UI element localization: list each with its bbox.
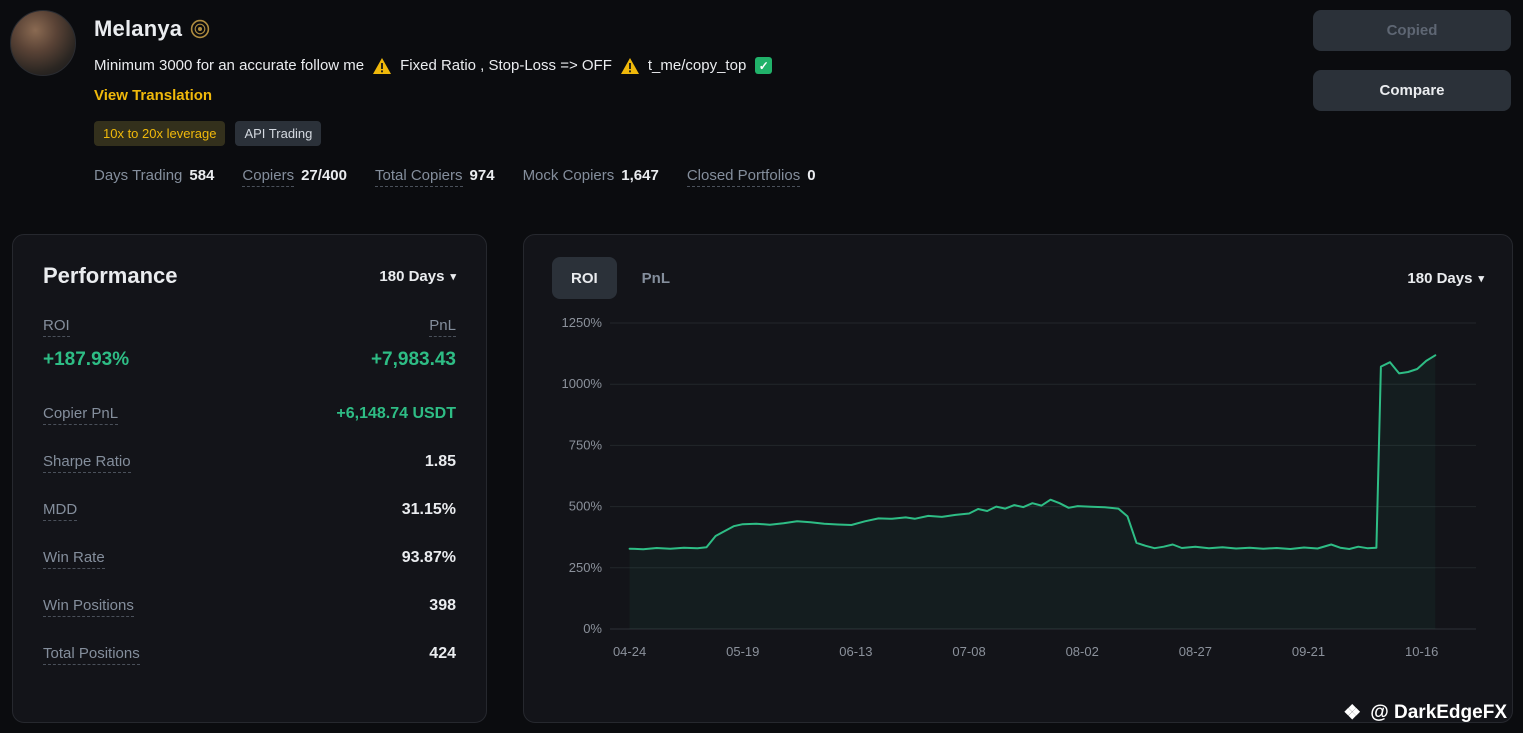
stat-copiers: Copiers 27/400 — [242, 167, 347, 187]
x-tick-label: 04-24 — [613, 644, 646, 659]
stat-value: 1,647 — [621, 167, 659, 184]
roi-pnl-labels: ROI PnL — [43, 317, 456, 337]
row-win-positions: Win Positions 398 — [43, 597, 456, 617]
stat-days-trading: Days Trading 584 — [94, 167, 214, 184]
content-cards: Performance 180 Days ▾ ROI PnL +187.93% … — [12, 234, 1511, 723]
stat-label[interactable]: Closed Portfolios — [687, 167, 800, 187]
y-tick-label: 250% — [569, 560, 603, 575]
header-actions: Copied Compare — [1313, 10, 1511, 187]
stat-mock-copiers: Mock Copiers 1,647 — [523, 167, 659, 184]
bio-text-2: Fixed Ratio , Stop-Loss => OFF — [400, 57, 612, 74]
bio-text-1: Minimum 3000 for an accurate follow me — [94, 57, 364, 74]
performance-range-value: 180 Days — [379, 268, 444, 285]
tag-leverage: 10x to 20x leverage — [94, 121, 225, 146]
roi-label[interactable]: ROI — [43, 317, 70, 337]
warning-icon — [373, 58, 391, 74]
stat-label[interactable]: Total Copiers — [375, 167, 463, 187]
x-tick-label: 10-16 — [1405, 644, 1438, 659]
copied-button[interactable]: Copied — [1313, 10, 1511, 51]
watermark-text: @ DarkEdgeFX — [1370, 702, 1507, 724]
performance-rows: Copier PnL +6,148.74 USDT Sharpe Ratio 1… — [43, 405, 456, 665]
trader-name: Melanya — [94, 16, 182, 42]
medal-badge-icon — [190, 19, 210, 39]
row-copier-pnl: Copier PnL +6,148.74 USDT — [43, 405, 456, 425]
row-value: 1.85 — [425, 453, 456, 471]
row-label[interactable]: MDD — [43, 501, 77, 521]
trader-header-info: Melanya Minimum 3000 for an accurate fol… — [94, 10, 816, 187]
roi-chart-card: ROI PnL 180 Days ▾ 0% 250% 500% 750% 1000% 12… — [523, 234, 1513, 723]
row-label[interactable]: Win Positions — [43, 597, 134, 617]
row-value: 93.87% — [402, 549, 456, 567]
pnl-value: +7,983.43 — [371, 349, 456, 371]
row-mdd: MDD 31.15% — [43, 501, 456, 521]
x-tick-label: 06-13 — [839, 644, 872, 659]
y-tick-label: 750% — [569, 437, 603, 452]
chevron-down-icon: ▾ — [1478, 272, 1484, 285]
x-tick-label: 08-27 — [1179, 644, 1212, 659]
stat-label: Mock Copiers — [523, 167, 615, 184]
tab-pnl[interactable]: PnL — [623, 257, 689, 299]
roi-line-chart: 0% 250% 500% 750% 1000% 1250% 04-24 05-19 06-13 0… — [552, 313, 1484, 669]
stat-value: 974 — [470, 167, 495, 184]
chart-header: ROI PnL 180 Days ▾ — [552, 257, 1484, 299]
row-win-rate: Win Rate 93.87% — [43, 549, 456, 569]
row-label[interactable]: Copier PnL — [43, 405, 118, 425]
row-label[interactable]: Total Positions — [43, 645, 140, 665]
stat-total-copiers: Total Copiers 974 — [375, 167, 495, 187]
view-translation-link[interactable]: View Translation — [94, 87, 212, 104]
stat-label: Days Trading — [94, 167, 182, 184]
watermark: ❖ @ DarkEdgeFX — [1343, 700, 1507, 725]
row-value: 424 — [429, 645, 456, 663]
x-tick-label: 08-02 — [1066, 644, 1099, 659]
performance-card: Performance 180 Days ▾ ROI PnL +187.93% … — [12, 234, 487, 723]
check-icon: ✓ — [755, 57, 772, 74]
tags-row: 10x to 20x leverage API Trading — [94, 121, 816, 146]
stats-row: Days Trading 584 Copiers 27/400 Total Co… — [94, 167, 816, 187]
pnl-label[interactable]: PnL — [429, 317, 456, 337]
row-sharpe-ratio: Sharpe Ratio 1.85 — [43, 453, 456, 473]
y-tick-label: 1250% — [562, 315, 603, 330]
x-tick-label: 05-19 — [726, 644, 759, 659]
performance-title: Performance — [43, 263, 178, 289]
bio-text-3: t_me/copy_top — [648, 57, 746, 74]
row-label[interactable]: Sharpe Ratio — [43, 453, 131, 473]
stat-value: 27/400 — [301, 167, 347, 184]
roi-pnl-values: +187.93% +7,983.43 — [43, 349, 456, 371]
row-total-positions: Total Positions 424 — [43, 645, 456, 665]
watermark-logo-icon: ❖ — [1343, 700, 1361, 725]
row-value: +6,148.74 USDT — [336, 405, 456, 423]
performance-header: Performance 180 Days ▾ — [43, 263, 456, 289]
tag-api-trading: API Trading — [235, 121, 321, 146]
row-value: 31.15% — [402, 501, 456, 519]
stat-label[interactable]: Copiers — [242, 167, 294, 187]
chart-range-value: 180 Days — [1407, 270, 1472, 287]
x-tick-label: 07-08 — [952, 644, 985, 659]
warning-icon — [621, 58, 639, 74]
x-tick-label: 09-21 — [1292, 644, 1325, 659]
roi-series-area — [630, 355, 1436, 629]
chart-range-dropdown[interactable]: 180 Days ▾ — [1407, 270, 1484, 287]
trader-bio: Minimum 3000 for an accurate follow me F… — [94, 57, 816, 74]
avatar[interactable] — [10, 10, 76, 76]
chart-tabs: ROI PnL — [552, 257, 689, 299]
stat-value: 0 — [807, 167, 815, 184]
y-tick-label: 0% — [583, 621, 602, 636]
row-label[interactable]: Win Rate — [43, 549, 105, 569]
roi-value: +187.93% — [43, 349, 129, 371]
y-tick-label: 1000% — [562, 376, 603, 391]
compare-button[interactable]: Compare — [1313, 70, 1511, 111]
row-value: 398 — [429, 597, 456, 615]
stat-value: 584 — [189, 167, 214, 184]
trader-header: Melanya Minimum 3000 for an accurate fol… — [10, 10, 816, 187]
chevron-down-icon: ▾ — [450, 270, 456, 283]
topbar: Melanya Minimum 3000 for an accurate fol… — [0, 0, 1523, 187]
performance-range-dropdown[interactable]: 180 Days ▾ — [379, 268, 456, 285]
tab-roi[interactable]: ROI — [552, 257, 617, 299]
y-tick-label: 500% — [569, 499, 603, 514]
stat-closed-portfolios: Closed Portfolios 0 — [687, 167, 816, 187]
trader-name-row: Melanya — [94, 16, 816, 42]
